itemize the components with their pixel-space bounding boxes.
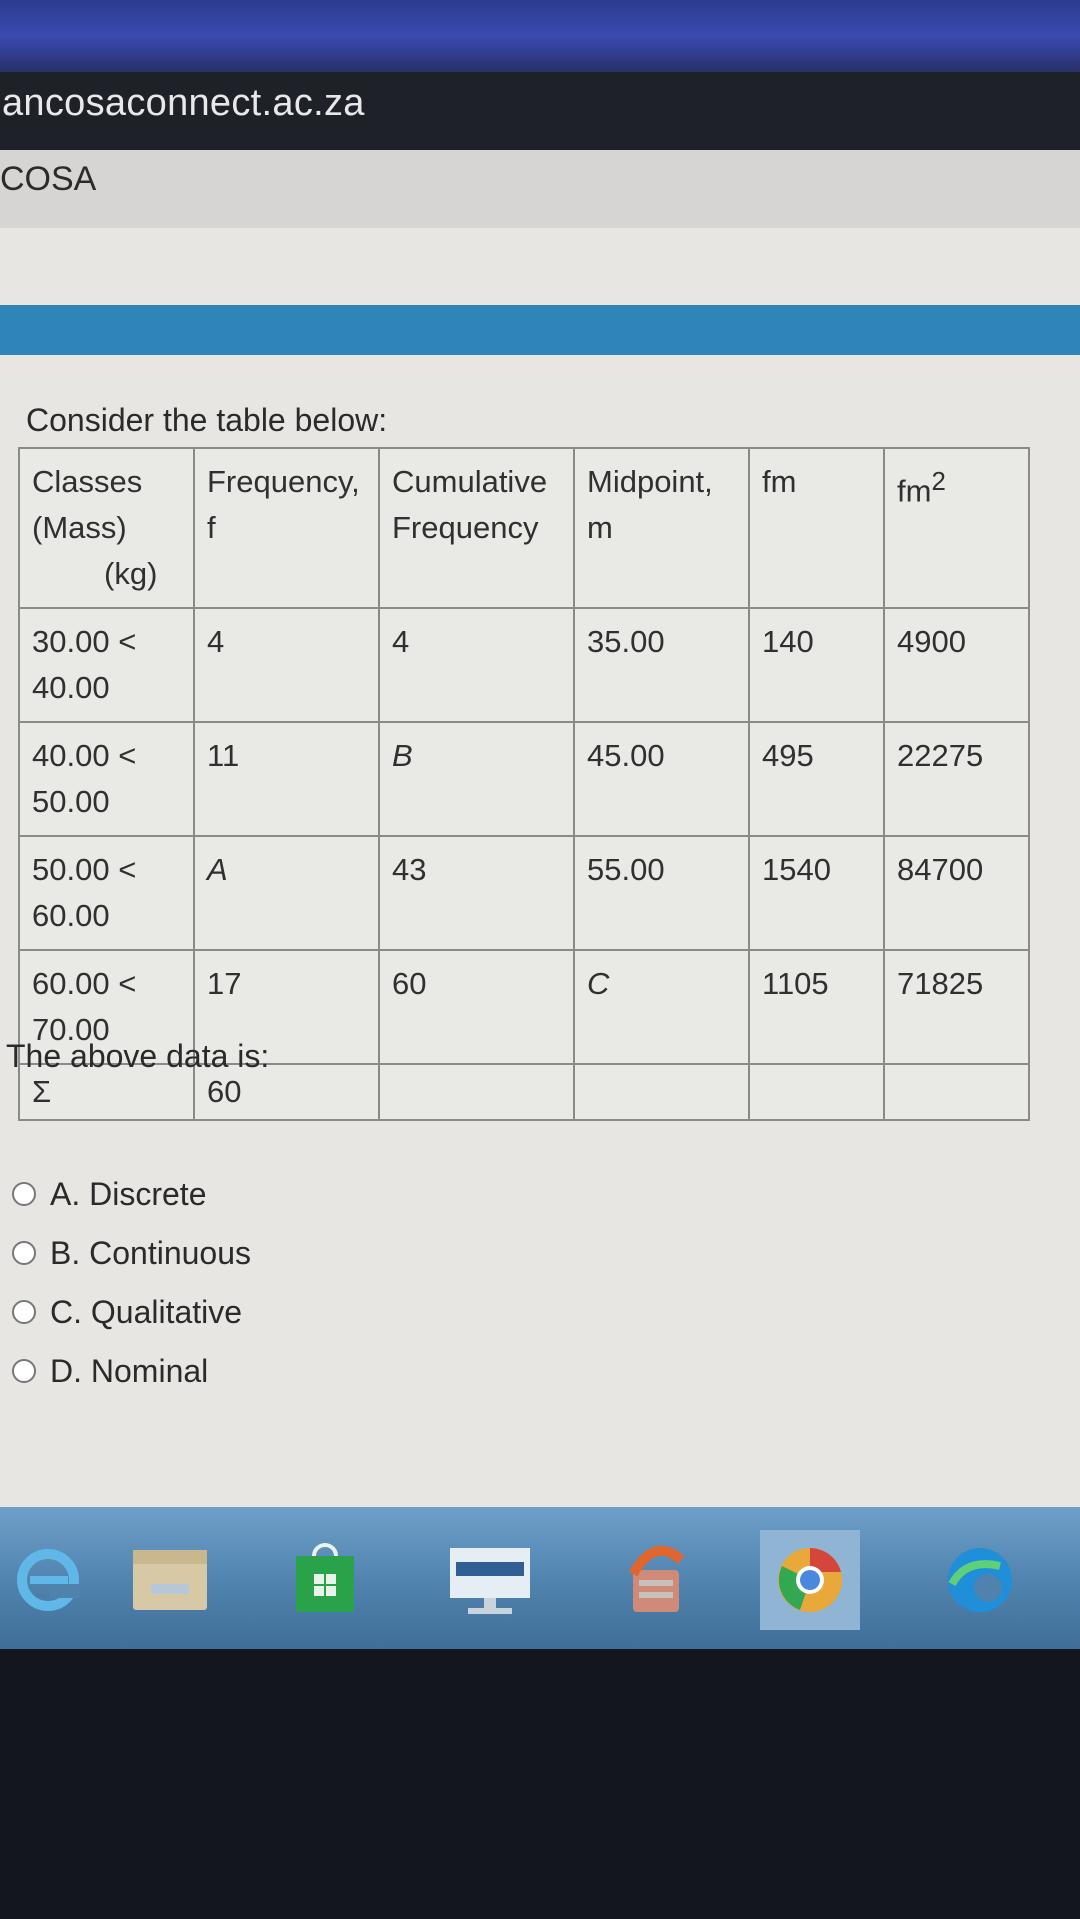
cell-cumulative: B [378,721,575,837]
cell-fm2: 71825 [883,949,1030,1065]
cell-class: 30.00 <40.00 [18,607,195,723]
table-row: 50.00 <60.00 A 43 55.00 1540 84700 [18,835,1030,951]
cell-midpoint: 55.00 [573,835,750,951]
chrome-icon[interactable] [760,1530,860,1630]
window-title-bar [0,0,1080,80]
cell-empty [378,1063,575,1121]
accent-band [0,305,1080,355]
cell-fm: 140 [748,607,885,723]
radio-icon[interactable] [12,1241,36,1265]
header-cumulative-frequency: Cumulative Frequency [378,447,575,609]
radio-icon[interactable] [12,1359,36,1383]
store-icon[interactable] [275,1530,375,1630]
site-name: COSA [0,160,97,198]
monitor-bezel [0,1649,1080,1919]
cell-class: 40.00 <50.00 [18,721,195,837]
cell-fm: 1540 [748,835,885,951]
table-row: 30.00 <40.00 4 4 35.00 140 4900 [18,607,1030,723]
cell-midpoint: C [573,949,750,1065]
option-c[interactable]: C. Qualitative [12,1290,242,1334]
cell-fm2: 84700 [883,835,1030,951]
header-classes: Classes (Mass) (kg) [18,447,195,609]
cell-empty [573,1063,750,1121]
cell-frequency: 11 [193,721,380,837]
radio-icon[interactable] [12,1300,36,1324]
cell-empty [883,1063,1030,1121]
frequency-table: Classes (Mass) (kg) Frequency, f Cumulat… [18,447,1030,1121]
option-d[interactable]: D. Nominal [12,1349,208,1393]
cell-frequency: A [193,835,380,951]
monitor-app-icon[interactable] [440,1530,540,1630]
cell-fm: 1105 [748,949,885,1065]
header-midpoint: Midpoint, m [573,447,750,609]
question-intro: Consider the table below: [26,402,388,438]
question-prompt: The above data is: [6,1038,270,1074]
cell-midpoint: 35.00 [573,607,750,723]
file-explorer-icon[interactable] [120,1530,220,1630]
table-header-row: Classes (Mass) (kg) Frequency, f Cumulat… [18,447,1030,609]
cell-cumulative: 60 [378,949,575,1065]
cell-fm2: 4900 [883,607,1030,723]
internet-explorer-icon[interactable] [0,1530,100,1630]
cell-cumulative: 4 [378,607,575,723]
option-b[interactable]: B. Continuous [12,1231,251,1275]
option-label[interactable]: B. Continuous [50,1235,251,1272]
header-frequency: Frequency, f [193,447,380,609]
security-app-icon[interactable] [605,1530,705,1630]
cell-empty [748,1063,885,1121]
cell-cumulative: 43 [378,835,575,951]
cell-fm2: 22275 [883,721,1030,837]
option-label[interactable]: C. Qualitative [50,1294,242,1331]
option-a[interactable]: A. Discrete [12,1172,206,1216]
radio-icon[interactable] [12,1182,36,1206]
option-label[interactable]: D. Nominal [50,1353,208,1390]
option-label[interactable]: A. Discrete [50,1176,206,1213]
edge-icon[interactable] [930,1530,1030,1630]
site-header [0,150,1080,228]
cell-midpoint: 45.00 [573,721,750,837]
header-fm: fm [748,447,885,609]
header-fm-squared: fm2 [883,447,1030,609]
url-text[interactable]: ancosaconnect.ac.za [2,82,365,125]
cell-class: 50.00 <60.00 [18,835,195,951]
cell-frequency: 4 [193,607,380,723]
cell-fm: 495 [748,721,885,837]
table-row: 40.00 <50.00 11 B 45.00 495 22275 [18,721,1030,837]
